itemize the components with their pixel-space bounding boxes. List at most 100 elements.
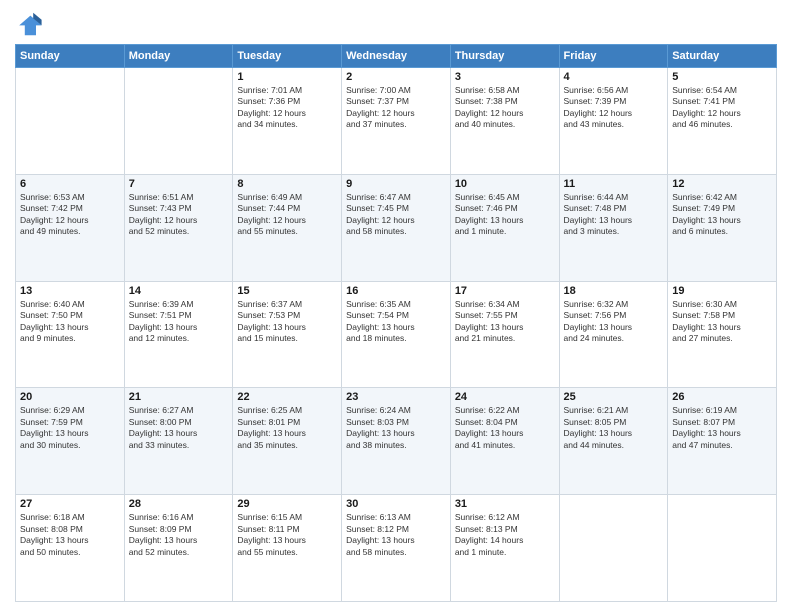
cell-info: Sunrise: 7:00 AM Sunset: 7:37 PM Dayligh… (346, 85, 446, 131)
cell-info: Sunrise: 6:22 AM Sunset: 8:04 PM Dayligh… (455, 405, 555, 451)
calendar-cell: 23Sunrise: 6:24 AM Sunset: 8:03 PM Dayli… (342, 388, 451, 495)
cell-info: Sunrise: 6:13 AM Sunset: 8:12 PM Dayligh… (346, 512, 446, 558)
calendar-cell: 29Sunrise: 6:15 AM Sunset: 8:11 PM Dayli… (233, 495, 342, 602)
calendar-cell: 11 Sunrise: 6:44 AM Sunset: 7:48 PM Dayli… (559, 174, 668, 281)
calendar-cell (16, 68, 125, 175)
day-number: 30 (346, 498, 446, 510)
calendar-cell: 6 Sunrise: 6:53 AM Sunset: 7:42 PM Daylig… (16, 174, 125, 281)
calendar-cell: 30 Sunrise: 6:13 AM Sunset: 8:12 PM Dayli… (342, 495, 451, 602)
header-cell-friday: Friday (559, 45, 668, 68)
calendar-cell: 13 Sunrise: 6:40 AM Sunset: 7:50 PM Dayli… (16, 281, 125, 388)
day-number: 8 (237, 178, 337, 190)
cell-info: Sunrise: 6:35 AM Sunset: 7:54 PM Dayligh… (346, 299, 446, 345)
day-number: 6 (20, 178, 120, 190)
calendar-cell: 19 Sunrise: 6:30 AM Sunset: 7:58 PM Dayli… (668, 281, 777, 388)
header-cell-tuesday: Tuesday (233, 45, 342, 68)
cell-info: Sunrise: 6:34 AM Sunset: 7:55 PM Dayligh… (455, 299, 555, 345)
calendar-cell: 12Sunrise: 6:42 AM Sunset: 7:49 PM Dayli… (668, 174, 777, 281)
cell-info: Sunrise: 6:45 AM Sunset: 7:46 PM Dayligh… (455, 192, 555, 238)
week-row-1: 6 Sunrise: 6:53 AM Sunset: 7:42 PM Daylig… (16, 174, 777, 281)
day-number: 13 (20, 285, 120, 297)
day-number: 24 (455, 391, 555, 403)
week-row-4: 27 Sunrise: 6:18 AM Sunset: 8:08 PM Dayli… (16, 495, 777, 602)
calendar-cell: 7Sunrise: 6:51 AM Sunset: 7:43 PM Daylig… (124, 174, 233, 281)
day-number: 25 (564, 391, 664, 403)
day-number: 15 (237, 285, 337, 297)
calendar-cell: 28 Sunrise: 6:16 AM Sunset: 8:09 PM Dayli… (124, 495, 233, 602)
day-number: 3 (455, 71, 555, 83)
calendar-cell (559, 495, 668, 602)
cell-info: Sunrise: 6:24 AM Sunset: 8:03 PM Dayligh… (346, 405, 446, 451)
cell-info: Sunrise: 6:42 AM Sunset: 7:49 PM Dayligh… (672, 192, 772, 238)
cell-info: Sunrise: 6:37 AM Sunset: 7:53 PM Dayligh… (237, 299, 337, 345)
header (15, 10, 777, 38)
cell-info: Sunrise: 6:58 AM Sunset: 7:38 PM Dayligh… (455, 85, 555, 131)
day-number: 26 (672, 391, 772, 403)
day-number: 10 (455, 178, 555, 190)
day-number: 31 (455, 498, 555, 510)
cell-info: Sunrise: 6:49 AM Sunset: 7:44 PM Dayligh… (237, 192, 337, 238)
calendar-cell: 27 Sunrise: 6:18 AM Sunset: 8:08 PM Dayli… (16, 495, 125, 602)
header-cell-sunday: Sunday (16, 45, 125, 68)
day-number: 27 (20, 498, 120, 510)
cell-info: Sunrise: 6:27 AM Sunset: 8:00 PM Dayligh… (129, 405, 229, 451)
calendar-cell: 14Sunrise: 6:39 AM Sunset: 7:51 PM Dayli… (124, 281, 233, 388)
calendar-cell: 3 Sunrise: 6:58 AM Sunset: 7:38 PM Daylig… (450, 68, 559, 175)
day-number: 5 (672, 71, 772, 83)
calendar-cell: 31Sunrise: 6:12 AM Sunset: 8:13 PM Dayli… (450, 495, 559, 602)
cell-info: Sunrise: 6:29 AM Sunset: 7:59 PM Dayligh… (20, 405, 120, 451)
cell-info: Sunrise: 6:15 AM Sunset: 8:11 PM Dayligh… (237, 512, 337, 558)
cell-info: Sunrise: 6:30 AM Sunset: 7:58 PM Dayligh… (672, 299, 772, 345)
page: SundayMondayTuesdayWednesdayThursdayFrid… (0, 0, 792, 612)
calendar-cell (124, 68, 233, 175)
week-row-3: 20 Sunrise: 6:29 AM Sunset: 7:59 PM Dayli… (16, 388, 777, 495)
cell-info: Sunrise: 6:51 AM Sunset: 7:43 PM Dayligh… (129, 192, 229, 238)
calendar-cell: 15 Sunrise: 6:37 AM Sunset: 7:53 PM Dayli… (233, 281, 342, 388)
cell-info: Sunrise: 6:16 AM Sunset: 8:09 PM Dayligh… (129, 512, 229, 558)
week-row-0: 1 Sunrise: 7:01 AM Sunset: 7:36 PM Daylig… (16, 68, 777, 175)
logo-icon (15, 10, 43, 38)
day-number: 1 (237, 71, 337, 83)
cell-info: Sunrise: 6:56 AM Sunset: 7:39 PM Dayligh… (564, 85, 664, 131)
calendar-cell: 21Sunrise: 6:27 AM Sunset: 8:00 PM Dayli… (124, 388, 233, 495)
calendar-cell: 22Sunrise: 6:25 AM Sunset: 8:01 PM Dayli… (233, 388, 342, 495)
day-number: 11 (564, 178, 664, 190)
cell-info: Sunrise: 6:21 AM Sunset: 8:05 PM Dayligh… (564, 405, 664, 451)
calendar-cell: 5Sunrise: 6:54 AM Sunset: 7:41 PM Daylig… (668, 68, 777, 175)
day-number: 4 (564, 71, 664, 83)
cell-info: Sunrise: 6:40 AM Sunset: 7:50 PM Dayligh… (20, 299, 120, 345)
cell-info: Sunrise: 6:19 AM Sunset: 8:07 PM Dayligh… (672, 405, 772, 451)
calendar-cell: 8 Sunrise: 6:49 AM Sunset: 7:44 PM Daylig… (233, 174, 342, 281)
calendar-cell: 16Sunrise: 6:35 AM Sunset: 7:54 PM Dayli… (342, 281, 451, 388)
day-number: 22 (237, 391, 337, 403)
calendar-cell: 2 Sunrise: 7:00 AM Sunset: 7:37 PM Daylig… (342, 68, 451, 175)
calendar-table: SundayMondayTuesdayWednesdayThursdayFrid… (15, 44, 777, 602)
cell-info: Sunrise: 6:44 AM Sunset: 7:48 PM Dayligh… (564, 192, 664, 238)
calendar-cell: 18Sunrise: 6:32 AM Sunset: 7:56 PM Dayli… (559, 281, 668, 388)
header-row: SundayMondayTuesdayWednesdayThursdayFrid… (16, 45, 777, 68)
calendar-cell: 9Sunrise: 6:47 AM Sunset: 7:45 PM Daylig… (342, 174, 451, 281)
header-cell-monday: Monday (124, 45, 233, 68)
week-row-2: 13 Sunrise: 6:40 AM Sunset: 7:50 PM Dayli… (16, 281, 777, 388)
day-number: 17 (455, 285, 555, 297)
cell-info: Sunrise: 6:53 AM Sunset: 7:42 PM Dayligh… (20, 192, 120, 238)
calendar-cell: 17 Sunrise: 6:34 AM Sunset: 7:55 PM Dayli… (450, 281, 559, 388)
day-number: 20 (20, 391, 120, 403)
cell-info: Sunrise: 7:01 AM Sunset: 7:36 PM Dayligh… (237, 85, 337, 131)
day-number: 9 (346, 178, 446, 190)
calendar-cell: 1 Sunrise: 7:01 AM Sunset: 7:36 PM Daylig… (233, 68, 342, 175)
day-number: 28 (129, 498, 229, 510)
header-cell-thursday: Thursday (450, 45, 559, 68)
calendar-cell: 20 Sunrise: 6:29 AM Sunset: 7:59 PM Dayli… (16, 388, 125, 495)
calendar-cell (668, 495, 777, 602)
header-cell-wednesday: Wednesday (342, 45, 451, 68)
day-number: 19 (672, 285, 772, 297)
calendar-cell: 26 Sunrise: 6:19 AM Sunset: 8:07 PM Dayli… (668, 388, 777, 495)
day-number: 2 (346, 71, 446, 83)
day-number: 14 (129, 285, 229, 297)
cell-info: Sunrise: 6:18 AM Sunset: 8:08 PM Dayligh… (20, 512, 120, 558)
calendar-header: SundayMondayTuesdayWednesdayThursdayFrid… (16, 45, 777, 68)
cell-info: Sunrise: 6:32 AM Sunset: 7:56 PM Dayligh… (564, 299, 664, 345)
calendar-cell: 10 Sunrise: 6:45 AM Sunset: 7:46 PM Dayli… (450, 174, 559, 281)
logo (15, 10, 47, 38)
